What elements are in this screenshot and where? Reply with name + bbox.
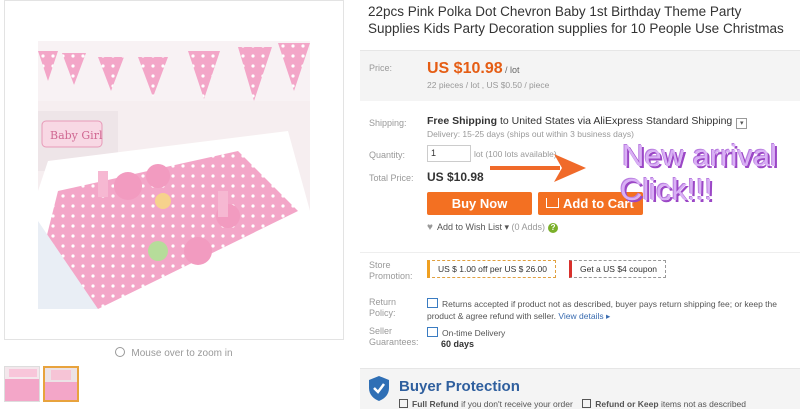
heart-icon[interactable]: ♥: [427, 222, 433, 233]
free-shipping-text: Free Shipping: [427, 115, 498, 127]
product-title: 22pcs Pink Polka Dot Chevron Baby 1st Bi…: [368, 4, 784, 36]
price-box: [360, 50, 800, 101]
quantity-label: Quantity:: [369, 150, 406, 160]
thumbnail-2-selected[interactable]: [43, 366, 79, 402]
divider: [360, 252, 800, 253]
wishlist-count: (0 Adds): [511, 222, 546, 232]
delivery-days: 60 days: [441, 339, 475, 349]
shipping-label: Shipping:: [369, 118, 407, 128]
return-icon: [427, 298, 438, 308]
get-coupon-button[interactable]: Get a US $4 coupon: [569, 260, 667, 278]
shield-icon: [369, 376, 389, 401]
shipping-line: Free Shipping to United States via AliEx…: [427, 115, 748, 129]
zoom-hint: Mouse over to zoom in: [0, 346, 348, 359]
check-icon: [399, 399, 408, 408]
quantity-input[interactable]: 1: [427, 145, 471, 162]
price-unit: / lot: [505, 65, 520, 75]
return-policy-text: Returns accepted if product not as descr…: [427, 297, 795, 322]
on-time-delivery: On-time Delivery: [427, 326, 505, 338]
on-time-delivery-text: On-time Delivery: [442, 328, 506, 338]
shipping-to-text: to: [499, 115, 509, 127]
zoom-hint-text: Mouse over to zoom in: [131, 348, 233, 359]
shipping-destination[interactable]: United States via AliExpress Standard Sh…: [512, 115, 733, 127]
new-arrival-overlay: New arrival: [622, 138, 778, 173]
delivery-icon: [427, 327, 438, 337]
store-promotion-label: Store Promotion:: [369, 260, 413, 281]
add-to-wishlist-link[interactable]: Add to Wish List: [437, 222, 502, 232]
total-price-label: Total Price:: [369, 173, 414, 183]
dropdown-arrow-icon[interactable]: ▾: [736, 118, 748, 129]
price-value: US $10.98: [427, 60, 503, 77]
thumbnail-1[interactable]: [4, 366, 40, 402]
seller-guarantees-label: Seller Guarantees:: [369, 326, 419, 347]
magnifier-icon: [115, 347, 126, 357]
chevron-right-icon[interactable]: ▸: [606, 311, 610, 321]
store-discount-coupon[interactable]: US $ 1.00 off per US $ 26.00: [427, 260, 556, 278]
cart-icon: [546, 198, 559, 208]
buyer-protection-items: Full Refund if you don't receive your or…: [399, 398, 746, 409]
return-policy-label: Return Policy:: [369, 297, 397, 318]
click-overlay: Click!!!: [620, 172, 713, 207]
chevron-down-icon[interactable]: ▾: [504, 222, 509, 232]
buy-now-button[interactable]: Buy Now: [427, 192, 532, 215]
product-image[interactable]: Baby Girl: [38, 41, 310, 309]
price-label: Price:: [369, 63, 393, 73]
price-per-piece: 22 pieces / lot , US $0.50 / piece: [427, 80, 550, 90]
check-icon: [582, 399, 592, 408]
thumbnail-image: [5, 367, 39, 401]
delivery-estimate: Delivery: 15-25 days (ships out within 3…: [427, 129, 634, 139]
help-icon[interactable]: ?: [548, 223, 559, 233]
view-details-link[interactable]: View details: [558, 311, 603, 321]
buyer-protection-title: Buyer Protection: [399, 378, 520, 395]
wishlist-row: ♥ Add to Wish List ▾ (0 Adds)?: [427, 222, 559, 233]
arrow-graphic: [490, 154, 586, 182]
thumbnail-image: [45, 368, 77, 400]
banner-text: Baby Girl: [50, 129, 103, 142]
total-price-value: US $10.98: [427, 170, 484, 184]
